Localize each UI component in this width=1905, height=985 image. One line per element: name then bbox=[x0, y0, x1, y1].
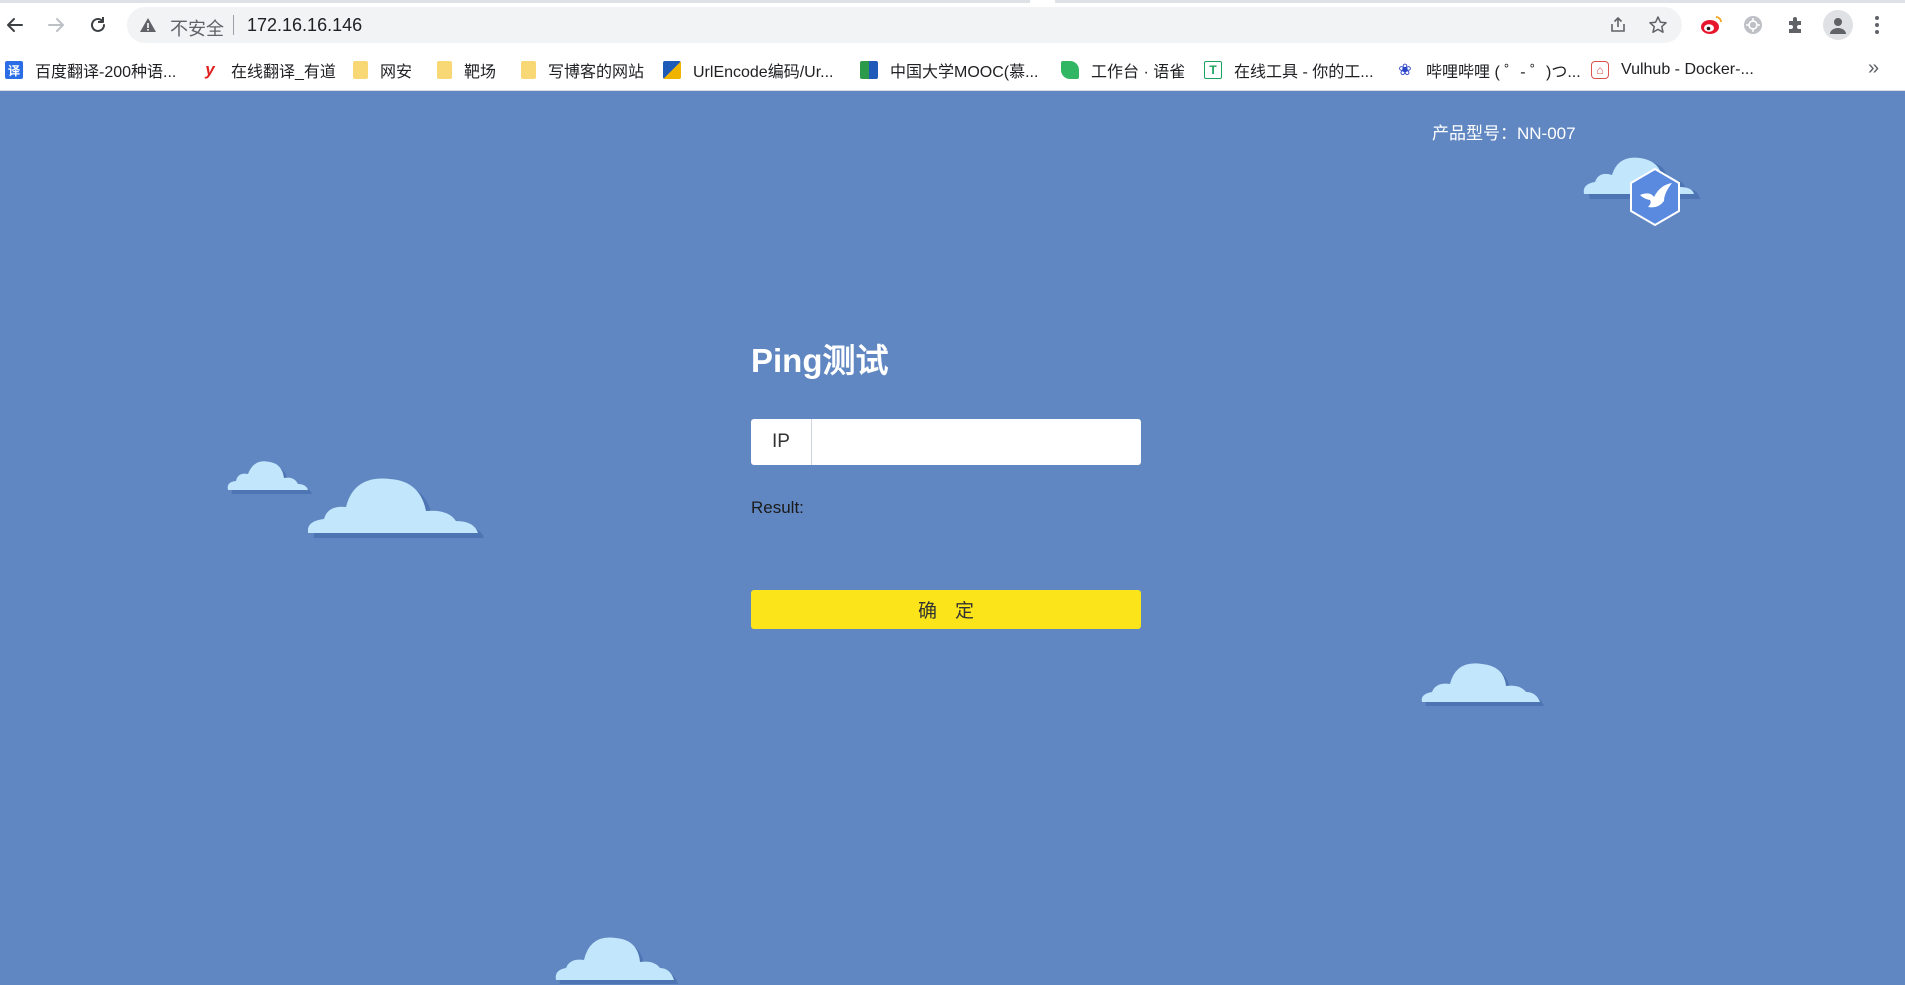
page-content: 产品型号：NN-007 Ping测试 IP Result: 确定 bbox=[0, 92, 1905, 985]
cloud-icon bbox=[1421, 663, 1544, 706]
security-label[interactable]: 不安全 bbox=[170, 15, 224, 41]
share-icon[interactable] bbox=[1607, 14, 1629, 36]
ip-input-group: IP bbox=[751, 419, 1141, 465]
baidu-translate-icon: 译 bbox=[5, 61, 23, 79]
submit-button[interactable]: 确定 bbox=[751, 590, 1141, 629]
bookmark-youdao[interactable]: y 在线翻译_有道 bbox=[201, 58, 336, 82]
bookmark-baidu-translate[interactable]: 译 百度翻译-200种语... bbox=[5, 58, 176, 82]
folder-icon bbox=[437, 61, 452, 79]
bookmark-folder-bachang[interactable]: 靶场 bbox=[437, 58, 496, 82]
reload-button[interactable] bbox=[83, 10, 113, 40]
extension-gray-icon[interactable] bbox=[1740, 12, 1766, 38]
address-separator bbox=[233, 15, 234, 35]
tool-icon: T bbox=[1204, 61, 1222, 79]
folder-icon bbox=[521, 61, 536, 79]
bookmark-online-tools[interactable]: T 在线工具 - 你的工... bbox=[1204, 58, 1374, 82]
warning-icon[interactable] bbox=[139, 16, 157, 39]
bookmark-folder-blog[interactable]: 写博客的网站 bbox=[521, 58, 644, 82]
bookmark-yuque[interactable]: 工作台 · 语雀 bbox=[1061, 58, 1185, 82]
bookmark-label: 在线翻译_有道 bbox=[231, 64, 336, 81]
tab-strip-edge bbox=[0, 0, 1030, 3]
bookmark-label: 靶场 bbox=[464, 64, 497, 81]
cloud-icon bbox=[555, 937, 678, 984]
address-bar[interactable]: 不安全 172.16.16.146 bbox=[127, 7, 1682, 43]
forward-button[interactable] bbox=[41, 10, 71, 40]
folder-icon bbox=[353, 61, 368, 79]
bird-logo-icon bbox=[1583, 157, 1700, 227]
vulhub-icon: ⌂ bbox=[1591, 61, 1609, 79]
youdao-icon: y bbox=[205, 60, 215, 79]
bookmark-label: 哔哩哔哩 ( ゜- ゜)つ... bbox=[1426, 64, 1581, 81]
result-label: Result: bbox=[751, 498, 804, 517]
cloud-icon bbox=[308, 478, 484, 538]
logo bbox=[1580, 147, 1705, 232]
bookmark-urlencode[interactable]: UrlEncode编码/Ur... bbox=[663, 58, 834, 82]
cloud-icon bbox=[227, 461, 312, 494]
bookmark-vulhub[interactable]: ⌂ Vulhub - Docker-... bbox=[1591, 58, 1754, 82]
extensions-puzzle-icon[interactable] bbox=[1782, 12, 1808, 38]
browser-menu-icon[interactable] bbox=[1864, 12, 1890, 38]
reload-icon bbox=[91, 17, 105, 32]
yuque-icon bbox=[1061, 61, 1079, 79]
back-arrow-icon bbox=[7, 18, 23, 32]
bookmark-label: UrlEncode编码/Ur... bbox=[693, 64, 834, 81]
mooc-icon bbox=[860, 61, 878, 79]
url-text[interactable]: 172.16.16.146 bbox=[247, 15, 362, 36]
page-title: Ping测试 bbox=[751, 342, 889, 379]
bookmark-folder-wangan[interactable]: 网安 bbox=[353, 58, 412, 82]
bookmarks-bar: 译 百度翻译-200种语... y 在线翻译_有道 网安 靶场 写博客的网站 U… bbox=[0, 51, 1905, 91]
tab-strip-edge-right bbox=[1055, 0, 1905, 3]
bilibili-icon: ❀ bbox=[1398, 62, 1412, 79]
bookmark-bilibili[interactable]: ❀ 哔哩哔哩 ( ゜- ゜)つ... bbox=[1396, 58, 1581, 82]
bookmark-label: 网安 bbox=[380, 64, 413, 81]
bookmark-label: 在线工具 - 你的工... bbox=[1234, 64, 1374, 81]
bookmark-star-icon[interactable] bbox=[1647, 14, 1669, 36]
forward-arrow-icon bbox=[48, 18, 64, 32]
bookmark-mooc[interactable]: 中国大学MOOC(慕... bbox=[860, 58, 1038, 82]
back-button[interactable] bbox=[0, 10, 30, 40]
urlencode-icon bbox=[663, 61, 681, 79]
browser-toolbar: 不安全 172.16.16.146 bbox=[0, 0, 1905, 51]
bookmark-label: 中国大学MOOC(慕... bbox=[890, 64, 1039, 81]
bookmark-label: 百度翻译-200种语... bbox=[35, 64, 177, 81]
ip-label: IP bbox=[751, 419, 812, 465]
bookmark-label: 写博客的网站 bbox=[548, 64, 645, 81]
profile-avatar-icon[interactable] bbox=[1823, 10, 1853, 40]
bookmark-label: Vulhub - Docker-... bbox=[1621, 61, 1754, 78]
weibo-extension-icon[interactable] bbox=[1698, 12, 1724, 38]
product-model-label: 产品型号：NN-007 bbox=[1432, 124, 1576, 143]
bookmark-label: 工作台 · 语雀 bbox=[1091, 64, 1186, 81]
ip-input[interactable] bbox=[813, 419, 1141, 465]
bookmarks-overflow-chevron-icon[interactable]: » bbox=[1868, 57, 1879, 80]
